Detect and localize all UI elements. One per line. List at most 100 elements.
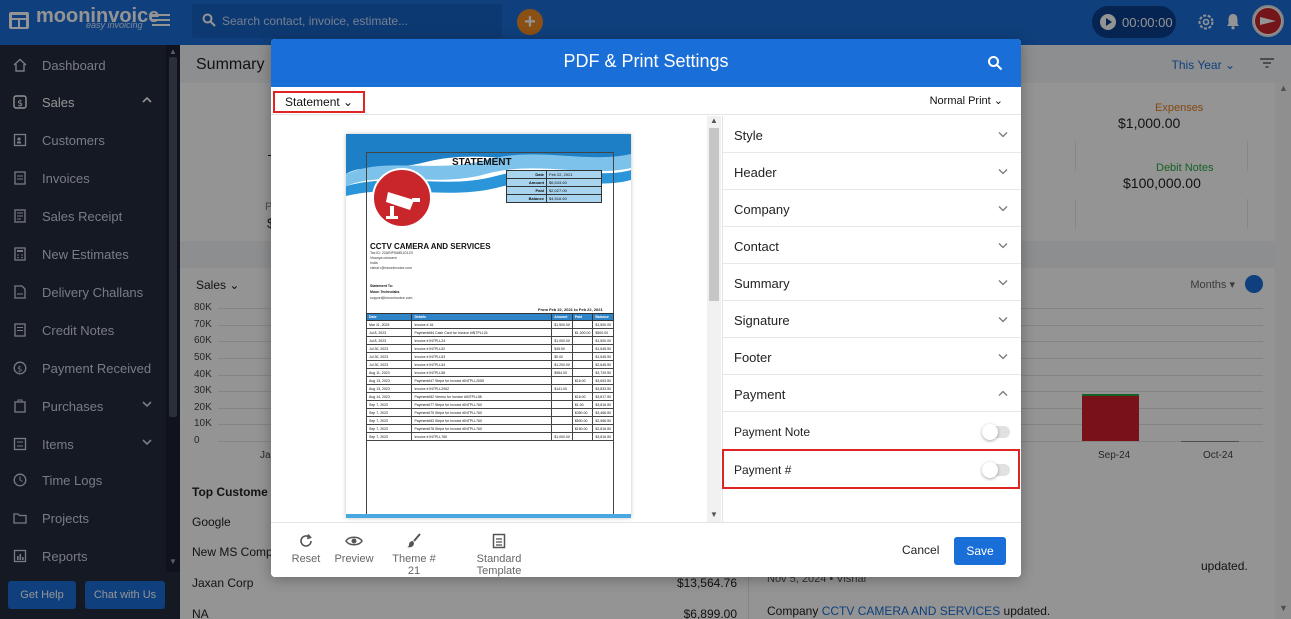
preview-label: Preview (334, 553, 374, 565)
statement-to-name: Moon Technolabs (370, 290, 400, 294)
table-cell (571, 320, 594, 329)
settings-section-signature[interactable]: Signature (723, 301, 1021, 338)
table-cell: $350.00 (571, 408, 594, 417)
template-button[interactable]: Standard Template (453, 533, 545, 577)
template-type-select[interactable]: Statement ⌄ (273, 91, 366, 113)
theme-button[interactable]: Theme # 21 (385, 533, 443, 577)
print-mode-select[interactable]: Normal Print ⌄ (930, 94, 1003, 107)
table-cell: Payment#75 Stripe for Invoice #INTPLL760 (411, 408, 553, 417)
table-row: Sep 7, 2023 Payment#78 Stripe for Invoice… (365, 424, 614, 433)
table-row: Sep 7, 2023 Payment#77 Stripe for Invoice… (365, 400, 614, 409)
settings-section-summary[interactable]: Summary (723, 264, 1021, 301)
table-cell (551, 328, 573, 337)
table-cell: $141.00 (551, 384, 573, 393)
meta-key: Date (506, 170, 547, 179)
table-row: Aug 13, 2023 Payment#47 Stripe for Invoic… (365, 376, 614, 385)
table-cell: Payment#64 Cash Card for Invoice #INTPLL… (411, 328, 553, 337)
table-cell: Aug 13, 2023 (365, 376, 413, 385)
section-label: Style (734, 128, 763, 143)
preview-button[interactable]: Preview (333, 533, 375, 565)
settings-section-header[interactable]: Header (723, 153, 1021, 190)
chevron-down-icon (998, 206, 1008, 212)
preview-scrollbar[interactable]: ▲ ▼ (707, 116, 721, 522)
table-row: Sep 7, 2023 Payment#63 Stripe for Invoice… (365, 416, 614, 425)
table-cell: $3,816.50 (592, 432, 614, 441)
table-cell (571, 384, 594, 393)
table-cell: $2,816.50 (592, 424, 614, 433)
table-cell (571, 344, 594, 353)
footer-band (346, 514, 631, 518)
table-cell: Aug 13, 2023 (365, 384, 413, 393)
table-cell: $2,645.50 (592, 360, 614, 369)
reset-button[interactable]: Reset (289, 533, 323, 565)
table-cell (571, 352, 594, 361)
table-cell: Jul 8, 2023 (365, 336, 413, 345)
save-button[interactable]: Save (954, 537, 1006, 565)
reset-label: Reset (291, 553, 321, 565)
section-label: Summary (734, 276, 790, 291)
payment-note-toggle[interactable] (982, 424, 1010, 440)
table-cell: $1,545.50 (592, 352, 614, 361)
table-cell: $1.00 (571, 400, 594, 409)
reset-icon (300, 533, 312, 547)
option-label: Payment Note (734, 425, 811, 439)
settings-section-contact[interactable]: Contact (723, 227, 1021, 264)
table-cell: $0.00 (551, 352, 573, 361)
table-cell: $1,000.00 (551, 432, 573, 441)
table-cell: $1,000.00 (551, 336, 573, 345)
table-cell: Sep 7, 2023 (365, 424, 413, 433)
company-email: vishal.r@mooninvoice.com (370, 266, 412, 270)
scroll-down-icon[interactable]: ▼ (710, 510, 718, 519)
chevron-down-icon: ⌄ (993, 95, 1003, 107)
meta-row: Amount $6,543.60 (506, 178, 602, 187)
table-header-row: Date Details Amount Paid Balance (365, 313, 614, 321)
table-cell: $500.00 (571, 416, 594, 425)
table-cell: Jul 30, 2023 (365, 360, 413, 369)
meta-key: Amount (506, 178, 547, 187)
scroll-up-icon[interactable]: ▲ (710, 116, 718, 125)
table-cell: $150.00 (571, 424, 594, 433)
table-cell: Jul 30, 2023 (365, 352, 413, 361)
template-document-icon (492, 533, 506, 549)
table-cell: $16.00 (571, 392, 594, 401)
settings-section-company[interactable]: Company (723, 190, 1021, 227)
table-cell: Jul 30, 2023 (365, 344, 413, 353)
chevron-down-icon (998, 280, 1008, 286)
table-column-header: Amount (551, 313, 573, 321)
table-cell: Invoice # INTPLL760 (411, 432, 553, 441)
template-type-value: Statement (285, 95, 340, 109)
table-cell: $500.00 (592, 328, 614, 337)
cancel-button[interactable]: Cancel (902, 543, 939, 557)
statement-to-label: Statement To: (370, 284, 394, 288)
table-cell (551, 376, 573, 385)
payment-note-option: Payment Note (723, 413, 1021, 450)
table-cell: $1,000.00 (571, 328, 594, 337)
search-icon[interactable] (987, 55, 1003, 71)
table-cell: $3,816.50 (592, 400, 614, 409)
modal-title: PDF & Print Settings (563, 51, 729, 71)
table-cell: Sep 7, 2023 (365, 416, 413, 425)
table-row: Sep 7, 2023 Payment#75 Stripe for Invoice… (365, 408, 614, 417)
table-row: Sep 7, 2023 Invoice # INTPLL760 $1,000.00 $… (365, 432, 614, 441)
table-cell: $3,729.50 (592, 368, 614, 377)
table-cell: Invoice # INTPLL24 (411, 336, 553, 345)
table-row: Jul 30, 2023 Invoice # INTPLL52 $45.50 $1,5… (365, 344, 614, 353)
statement-title: STATEMENT (452, 157, 512, 168)
table-cell: $984.00 (551, 368, 573, 377)
section-label: Signature (734, 313, 790, 328)
table-cell: $1,500.00 (592, 320, 614, 329)
table-row: Jul 8, 2023 Payment#64 Cash Card for Invo… (365, 328, 614, 337)
section-label: Payment (734, 387, 786, 402)
table-cell: Sep 7, 2023 (365, 400, 413, 409)
theme-label: Theme # 21 (392, 553, 436, 577)
table-cell: $16.00 (571, 376, 594, 385)
scrollbar-thumb[interactable] (709, 128, 719, 301)
settings-section-footer[interactable]: Footer (723, 338, 1021, 375)
settings-section-style[interactable]: Style (723, 116, 1021, 153)
table-cell: Payment#77 Stripe for Invoice #INTPLL760 (411, 400, 553, 409)
meta-value: $2,027.00 (546, 186, 602, 195)
settings-section-payment[interactable]: Payment (723, 375, 1021, 412)
meta-key: Paid (506, 186, 547, 195)
table-cell: $3,817.50 (592, 392, 614, 401)
chevron-down-icon (998, 317, 1008, 323)
